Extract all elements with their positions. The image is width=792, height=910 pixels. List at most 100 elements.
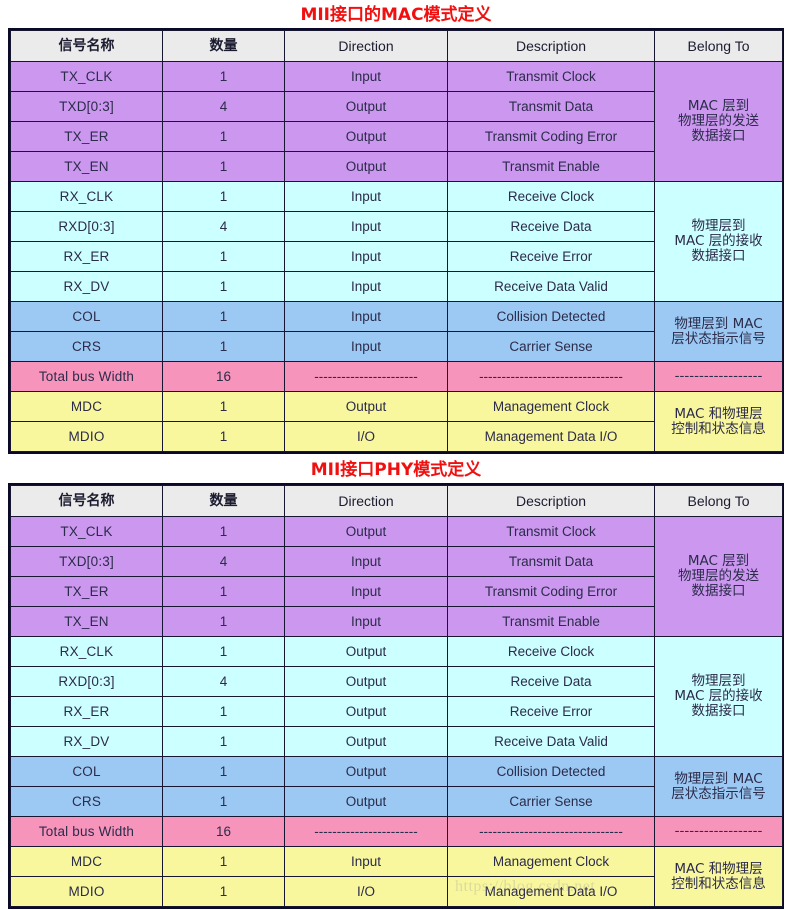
cell-quantity: 1	[162, 756, 285, 787]
cell-description: Transmit Enable	[447, 606, 655, 637]
belong-to-line: 控制和状态信息	[671, 875, 766, 892]
cell-description: Collision Detected	[447, 756, 655, 787]
belong-to-line: 数据接口	[691, 128, 746, 144]
cell-quantity: 1	[162, 421, 285, 452]
cell-quantity: 1	[162, 301, 285, 332]
cell-quantity: 1	[162, 606, 285, 637]
belong-to-line: 物理层到 MAC	[674, 770, 763, 787]
cell-signal-name: Total bus Width	[10, 361, 163, 392]
cell-direction: Output	[284, 121, 448, 152]
cell-signal-name: RX_DV	[10, 271, 163, 302]
cell-belong-to: 物理层到 MAC 层的接收 数据接口	[654, 181, 783, 302]
table-row: RX_CLK 1 Input Receive Clock 物理层到 MAC 层的接收 数据接…	[10, 181, 783, 302]
cell-signal-name: TX_EN	[10, 606, 163, 637]
cell-description: Receive Data	[447, 666, 655, 697]
cell-description: Transmit Enable	[447, 151, 655, 182]
cell-belong-to: 物理层到 MAC 层状态指示信号	[654, 301, 783, 362]
cell-signal-name: CRS	[10, 786, 163, 817]
table-row: Total bus Width 16 -----------------------…	[10, 361, 783, 392]
belong-to-line: MAC 和物理层	[674, 405, 763, 422]
table-header: 信号名称 数量 Direction Description Belong To	[10, 485, 783, 517]
cell-description: Receive Data Valid	[447, 271, 655, 302]
cell-direction: Input	[284, 546, 448, 577]
cell-belong-to: MAC 和物理层 控制和状态信息	[654, 846, 783, 907]
cell-direction: -----------------------	[284, 816, 448, 847]
cell-direction: Input	[284, 271, 448, 302]
belong-to-line: MAC 和物理层	[674, 860, 763, 877]
cell-description: Transmit Coding Error	[447, 576, 655, 607]
mii-phy-mode-section: MII接口PHY模式定义 信号名称 数量 Direction Descripti…	[0, 455, 792, 909]
cell-quantity: 4	[162, 211, 285, 242]
cell-direction: Input	[284, 331, 448, 362]
table-row: TX_CLK 1 Input Transmit Clock MAC 层到 物理层的发送 数据…	[10, 61, 783, 182]
cell-signal-name: RXD[0:3]	[10, 666, 163, 697]
cell-signal-name: MDIO	[10, 876, 163, 907]
table-title-mac: MII接口的MAC模式定义	[300, 5, 492, 25]
mii-mac-signal-table: 信号名称 数量 Direction Description Belong To …	[10, 30, 783, 452]
cell-description: Transmit Clock	[447, 61, 655, 92]
cell-quantity: 1	[162, 331, 285, 362]
cell-signal-name: COL	[10, 301, 163, 332]
cell-quantity: 1	[162, 786, 285, 817]
cell-quantity: 16	[162, 361, 285, 392]
cell-direction: Input	[284, 241, 448, 272]
cell-belong-to: MAC 层到 物理层的发送 数据接口	[654, 61, 783, 182]
cell-direction: Input	[284, 181, 448, 212]
column-header-description: Description	[447, 30, 655, 62]
cell-direction: Input	[284, 301, 448, 332]
cell-quantity: 1	[162, 726, 285, 757]
cell-quantity: 1	[162, 696, 285, 727]
table-row: MDC 1 Input Management Clock MAC 和物理层 控制和状态信息	[10, 846, 783, 907]
table-row: COL 1 Input Collision Detected 物理层到 MAC 层状态指示…	[10, 301, 783, 362]
cell-description: Management Clock	[447, 846, 655, 877]
cell-direction: I/O	[284, 421, 448, 452]
column-header-description: Description	[447, 485, 655, 517]
cell-signal-name: MDIO	[10, 421, 163, 452]
cell-belong-to: MAC 层到 物理层的发送 数据接口	[654, 516, 783, 637]
cell-quantity: 1	[162, 846, 285, 877]
cell-quantity: 4	[162, 666, 285, 697]
column-header-quantity: 数量	[162, 30, 285, 62]
cell-description: Management Data I/O	[447, 421, 655, 452]
cell-description: Transmit Data	[447, 546, 655, 577]
belong-to-line: 层状态指示信号	[671, 785, 766, 802]
belong-to-line: MAC 层到	[687, 553, 750, 569]
cell-description: --------------------------------	[447, 361, 655, 392]
cell-direction: Output	[284, 151, 448, 182]
cell-direction: Input	[284, 606, 448, 637]
cell-signal-name: RXD[0:3]	[10, 211, 163, 242]
table-title-phy: MII接口PHY模式定义	[310, 460, 482, 480]
cell-belong-to: 物理层到 MAC 层的接收 数据接口	[654, 636, 783, 757]
cell-quantity: 4	[162, 546, 285, 577]
cell-quantity: 1	[162, 876, 285, 907]
cell-signal-name: CRS	[10, 331, 163, 362]
cell-signal-name: TX_CLK	[10, 61, 163, 92]
cell-belong-to: ------------------	[654, 361, 783, 392]
cell-description: Receive Data Valid	[447, 726, 655, 757]
cell-direction: Output	[284, 696, 448, 727]
cell-signal-name: TX_CLK	[10, 516, 163, 547]
belong-to-line: 数据接口	[691, 583, 746, 599]
cell-direction: Output	[284, 786, 448, 817]
cell-quantity: 1	[162, 576, 285, 607]
cell-description: Management Clock	[447, 391, 655, 422]
belong-to-line: 控制和状态信息	[671, 420, 766, 437]
cell-belong-to: ------------------	[654, 816, 783, 847]
mii-mac-mode-section: MII接口的MAC模式定义 信号名称 数量 Direction Descript…	[0, 0, 792, 454]
cell-signal-name: Total bus Width	[10, 816, 163, 847]
column-header-belong-to: Belong To	[654, 30, 783, 62]
cell-description: Transmit Data	[447, 91, 655, 122]
belong-to-line: MAC 层的接收	[674, 233, 763, 249]
cell-quantity: 16	[162, 816, 285, 847]
cell-description: --------------------------------	[447, 816, 655, 847]
cell-description: Receive Error	[447, 696, 655, 727]
column-header-direction: Direction	[284, 30, 448, 62]
cell-direction: Input	[284, 576, 448, 607]
cell-description: Carrier Sense	[447, 331, 655, 362]
cell-signal-name: RX_DV	[10, 726, 163, 757]
table-row: TX_CLK 1 Output Transmit Clock MAC 层到 物理层的发送数…	[10, 516, 783, 637]
mii-phy-signal-table: 信号名称 数量 Direction Description Belong To …	[10, 485, 783, 907]
table-row: COL 1 Output Collision Detected 物理层到 MAC 层状态指…	[10, 756, 783, 817]
table-header: 信号名称 数量 Direction Description Belong To	[10, 30, 783, 62]
column-header-signal-name: 信号名称	[10, 485, 163, 517]
